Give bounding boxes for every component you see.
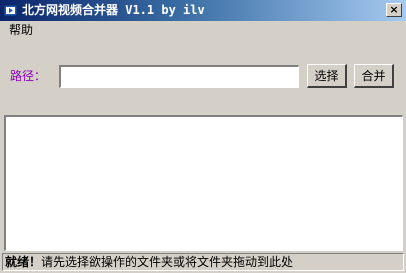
status-text: 就绪！请先选择欲操作的文件夹或将文件夹拖动到此处 [5, 254, 293, 270]
status-message: 请先选择欲操作的文件夹或将文件夹拖动到此处 [41, 255, 294, 269]
main-window: 北方网视频合并器 V1.1 by ilv × 帮助 路径： 选择 合并 就绪！请… [0, 0, 406, 273]
status-bar: 就绪！请先选择欲操作的文件夹或将文件夹拖动到此处 [2, 253, 404, 271]
close-button[interactable]: × [386, 3, 402, 17]
menu-item-help[interactable]: 帮助 [9, 23, 33, 38]
file-list-box[interactable] [4, 115, 403, 251]
merge-button[interactable]: 合并 [354, 64, 394, 88]
window-title: 北方网视频合并器 V1.1 by ilv [22, 3, 205, 17]
status-prefix: 就绪！ [5, 255, 42, 269]
select-button[interactable]: 选择 [307, 64, 347, 88]
path-input[interactable] [59, 65, 299, 88]
app-icon [3, 4, 18, 17]
title-bar[interactable]: 北方网视频合并器 V1.1 by ilv × [0, 0, 406, 21]
path-label: 路径： [10, 69, 47, 83]
menu-bar: 帮助 [0, 21, 406, 40]
